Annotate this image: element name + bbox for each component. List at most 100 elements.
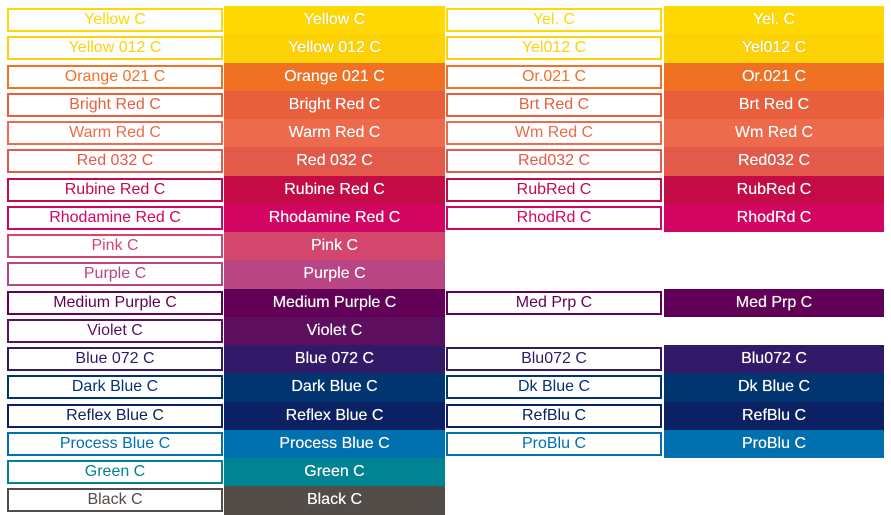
filled-swatch-short-name-label: RefBlu C — [741, 406, 807, 424]
swatch-row: Rhodamine Red C Rhodamine Red C RhodRd C Rh… — [0, 203, 891, 232]
swatch-row: Blue 072 C Blue 072 C Blu072 C Blu072 C — [0, 345, 891, 374]
outline-swatch-short-name-label: RubRed C — [516, 180, 592, 198]
filled-swatch-short-name-label: Dk Blue C — [737, 378, 811, 396]
filled-swatch-full-name-label: Black C — [306, 491, 363, 509]
outline-swatch-full-name: Pink C — [7, 234, 223, 258]
outline-swatch-full-name-label: Warm Red C — [69, 124, 161, 141]
filled-swatch-full-name-label: Purple C — [303, 265, 366, 283]
swatch-row: Pink C Pink C — [0, 232, 891, 261]
outline-swatch-full-name-label: Green C — [84, 463, 146, 480]
outline-swatch-full-name: Yellow 012 C — [7, 36, 223, 61]
swatch-row: Red 032 C Red 032 C Red032 C Red032 C — [0, 147, 891, 176]
filled-swatch-short-name-label: RubRed C — [736, 180, 812, 198]
filled-swatch-short-name: Brt Red C — [664, 90, 884, 119]
outline-swatch-full-name-label: Rubine Red C — [64, 180, 166, 198]
outline-swatch-short-name: Or.021 C — [446, 64, 662, 89]
outline-swatch-full-name: Dark Blue C — [7, 375, 223, 400]
outline-swatch-full-name: Process Blue C — [7, 431, 223, 456]
filled-swatch-full-name-label: Warm Red C — [288, 124, 381, 142]
filled-swatch-full-name-label: Rhodamine Red C — [268, 208, 401, 226]
filled-swatch-full-name-label: Yellow 012 C — [288, 39, 381, 57]
outline-swatch-full-name-label: Bright Red C — [69, 95, 161, 113]
outline-swatch-short-name-label: Med Prp C — [515, 293, 593, 311]
outline-swatch-full-name: Medium Purple C — [7, 290, 223, 315]
swatch-row: Reflex Blue C Reflex Blue C RefBlu C RefBlu… — [0, 401, 891, 430]
filled-swatch-full-name-label: Violet C — [306, 321, 363, 339]
outline-swatch-full-name-label: Dark Blue C — [71, 378, 159, 396]
filled-swatch-full-name-label: Yellow C — [303, 11, 366, 29]
outline-swatch-full-name-label: Black C — [87, 491, 143, 509]
filled-swatch-short-name: Or.021 C — [664, 62, 884, 91]
filled-swatch-short-name-label: Med Prp C — [735, 293, 813, 311]
filled-swatch-full-name: Green C — [224, 458, 445, 487]
outline-swatch-full-name: Reflex Blue C — [7, 403, 223, 428]
filled-swatch-full-name-label: Green C — [304, 463, 365, 481]
outline-swatch-short-name-label: Yel012 C — [521, 39, 587, 57]
outline-swatch-full-name: Warm Red C — [7, 121, 223, 145]
filled-swatch-full-name-label: Medium Purple C — [272, 293, 397, 311]
filled-swatch-short-name: Blu072 C — [664, 345, 884, 374]
filled-swatch-full-name-label: Reflex Blue C — [285, 406, 384, 424]
outline-swatch-short-name-label: Wm Red C — [514, 124, 594, 141]
filled-swatch-full-name-label: Pink C — [310, 237, 359, 255]
filled-swatch-full-name: Dark Blue C — [224, 373, 445, 402]
outline-swatch-full-name-label: Yellow 012 C — [68, 39, 162, 57]
filled-swatch-full-name: Warm Red C — [224, 119, 445, 148]
filled-swatch-full-name-label: Dark Blue C — [291, 378, 378, 396]
outline-swatch-short-name-label: Blu072 C — [521, 350, 587, 367]
swatch-row: Dark Blue C Dark Blue C Dk Blue C Dk Blue C — [0, 373, 891, 402]
outline-swatch-full-name: Rhodamine Red C — [7, 205, 223, 230]
outline-swatch-full-name-label: Pink C — [91, 237, 139, 254]
filled-swatch-full-name: Medium Purple C — [224, 288, 445, 317]
outline-swatch-full-name-label: Red 032 C — [76, 152, 154, 170]
filled-swatch-short-name-label: Yel. C — [752, 11, 796, 29]
outline-swatch-short-name: Yel012 C — [446, 36, 662, 61]
filled-swatch-full-name-label: Blue 072 C — [294, 350, 375, 368]
swatch-row: Orange 021 C Orange 021 C Or.021 C Or.021 C — [0, 62, 891, 91]
filled-swatch-short-name-label: Yel012 C — [741, 39, 807, 57]
filled-swatch-full-name: Rubine Red C — [224, 175, 445, 204]
outline-swatch-short-name-label: ProBlu C — [521, 434, 587, 452]
outline-swatch-short-name: Dk Blue C — [446, 375, 662, 400]
filled-swatch-full-name: Orange 021 C — [224, 62, 445, 91]
outline-swatch-short-name: RubRed C — [446, 177, 662, 202]
outline-swatch-short-name: RhodRd C — [446, 205, 662, 230]
filled-swatch-full-name: Purple C — [224, 260, 445, 289]
filled-swatch-full-name: Yellow 012 C — [224, 34, 445, 63]
outline-swatch-short-name: RefBlu C — [446, 403, 662, 428]
filled-swatch-short-name-label: Wm Red C — [734, 124, 814, 142]
outline-swatch-full-name-label: Violet C — [87, 321, 143, 339]
filled-swatch-full-name: Pink C — [224, 232, 445, 261]
outline-swatch-short-name: Med Prp C — [446, 290, 662, 315]
outline-swatch-short-name: Blu072 C — [446, 347, 662, 371]
outline-swatch-full-name-label: Reflex Blue C — [66, 406, 164, 424]
outline-swatch-full-name-label: Blue 072 C — [75, 350, 155, 367]
swatch-row: Violet C Violet C — [0, 316, 891, 345]
outline-swatch-full-name-label: Process Blue C — [59, 434, 171, 452]
filled-swatch-full-name: Reflex Blue C — [224, 401, 445, 430]
outline-swatch-full-name: Rubine Red C — [7, 177, 223, 202]
swatch-row: Purple C Purple C — [0, 260, 891, 289]
filled-swatch-short-name-label: RhodRd C — [736, 208, 812, 226]
outline-swatch-short-name-label: Dk Blue C — [517, 378, 591, 396]
outline-swatch-short-name-label: RefBlu C — [521, 406, 587, 424]
swatch-row: Process Blue C Process Blue C ProBlu C ProB… — [0, 429, 891, 458]
outline-swatch-full-name-label: Rhodamine Red C — [49, 208, 181, 226]
filled-swatch-short-name-label: Red032 C — [737, 152, 811, 170]
swatch-row: Yellow 012 C Yellow 012 C Yel012 C Yel012 C — [0, 34, 891, 63]
swatch-row: Rubine Red C Rubine Red C RubRed C RubRed C — [0, 175, 891, 204]
outline-swatch-short-name-label: Brt Red C — [518, 95, 590, 113]
outline-swatch-short-name: ProBlu C — [446, 431, 662, 456]
filled-swatch-short-name: Med Prp C — [664, 288, 884, 317]
swatch-row: Black C Black C — [0, 486, 891, 515]
outline-swatch-full-name-label: Yellow C — [84, 11, 146, 28]
outline-swatch-short-name-label: Or.021 C — [521, 67, 587, 85]
outline-swatch-full-name: Red 032 C — [7, 149, 223, 174]
outline-swatch-short-name: Brt Red C — [446, 92, 662, 117]
swatch-row: Green C Green C — [0, 458, 891, 487]
filled-swatch-short-name: RubRed C — [664, 175, 884, 204]
swatch-row: Medium Purple C Medium Purple C Med Prp C M… — [0, 288, 891, 317]
outline-swatch-short-name: Yel. C — [446, 8, 662, 32]
outline-swatch-full-name: Green C — [7, 460, 223, 484]
filled-swatch-short-name-label: Brt Red C — [738, 95, 810, 113]
